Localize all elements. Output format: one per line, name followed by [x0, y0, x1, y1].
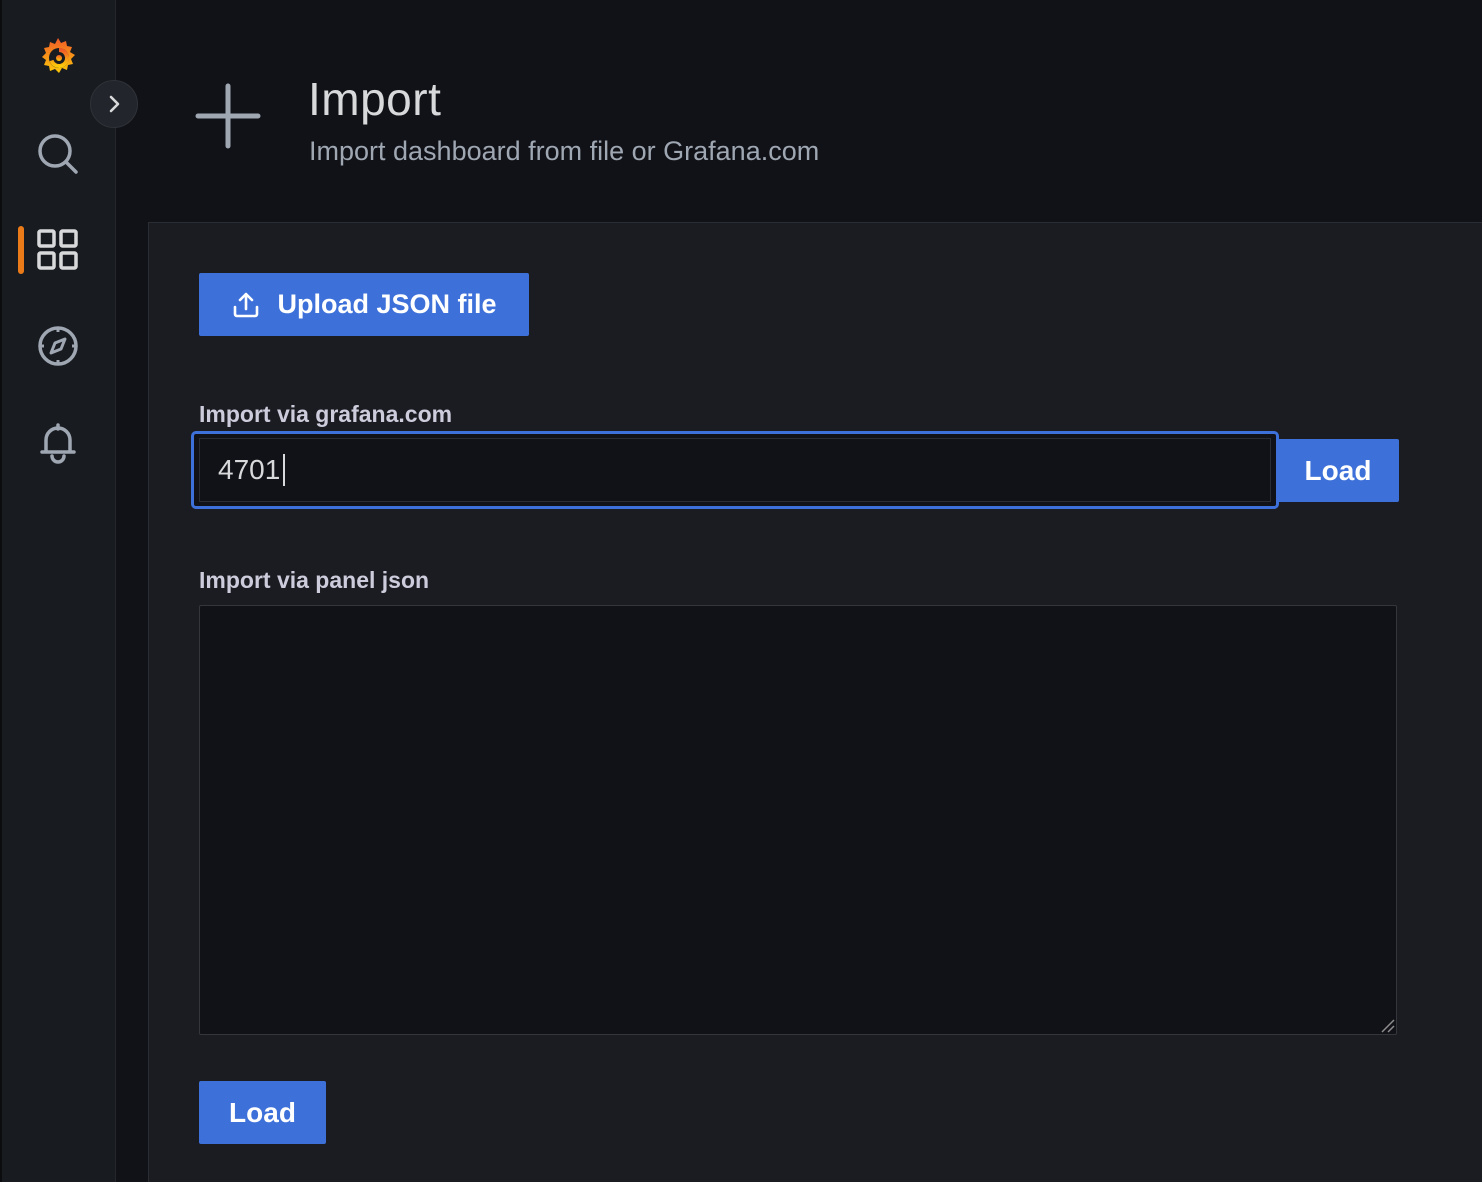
grafana-com-input-value: 4701 — [218, 454, 281, 485]
compass-icon[interactable] — [22, 310, 94, 382]
panel-json-textarea[interactable] — [199, 605, 1397, 1035]
upload-json-label: Upload JSON file — [277, 289, 497, 319]
app-root: Import Import dashboard from file or Gra… — [0, 0, 1482, 1182]
page-title: Import — [308, 73, 442, 125]
grafana-com-input[interactable]: 4701 — [191, 431, 1279, 509]
bell-icon[interactable] — [22, 406, 94, 478]
sidebar-expand-button[interactable] — [90, 80, 138, 128]
chevron-right-icon — [109, 95, 120, 113]
grafana-logo-icon[interactable] — [22, 22, 94, 94]
sidebar — [0, 0, 116, 1182]
panel-json-load-label: Load — [229, 1096, 296, 1128]
import-panel: Upload JSON file Import via grafana.com … — [148, 222, 1482, 1182]
grafana-com-label: Import via grafana.com — [199, 401, 453, 427]
panel-json-label: Import via panel json — [199, 567, 430, 593]
page-subtitle: Import dashboard from file or Grafana.co… — [309, 136, 820, 166]
upload-icon — [234, 292, 259, 317]
upload-json-button[interactable]: Upload JSON file — [199, 273, 529, 336]
sidebar-edge — [0, 0, 2, 1182]
resize-handle-icon[interactable] — [1379, 1017, 1395, 1033]
grafana-com-load-label: Load — [1304, 454, 1372, 486]
dashboards-icon[interactable] — [22, 214, 94, 286]
text-caret — [283, 454, 286, 486]
panel-json-load-button[interactable]: Load — [199, 1081, 326, 1144]
search-icon[interactable] — [22, 118, 94, 190]
grafana-com-input-field[interactable]: 4701 — [199, 438, 1271, 502]
grafana-com-load-button[interactable]: Load — [1277, 439, 1399, 502]
plus-icon — [192, 82, 262, 152]
